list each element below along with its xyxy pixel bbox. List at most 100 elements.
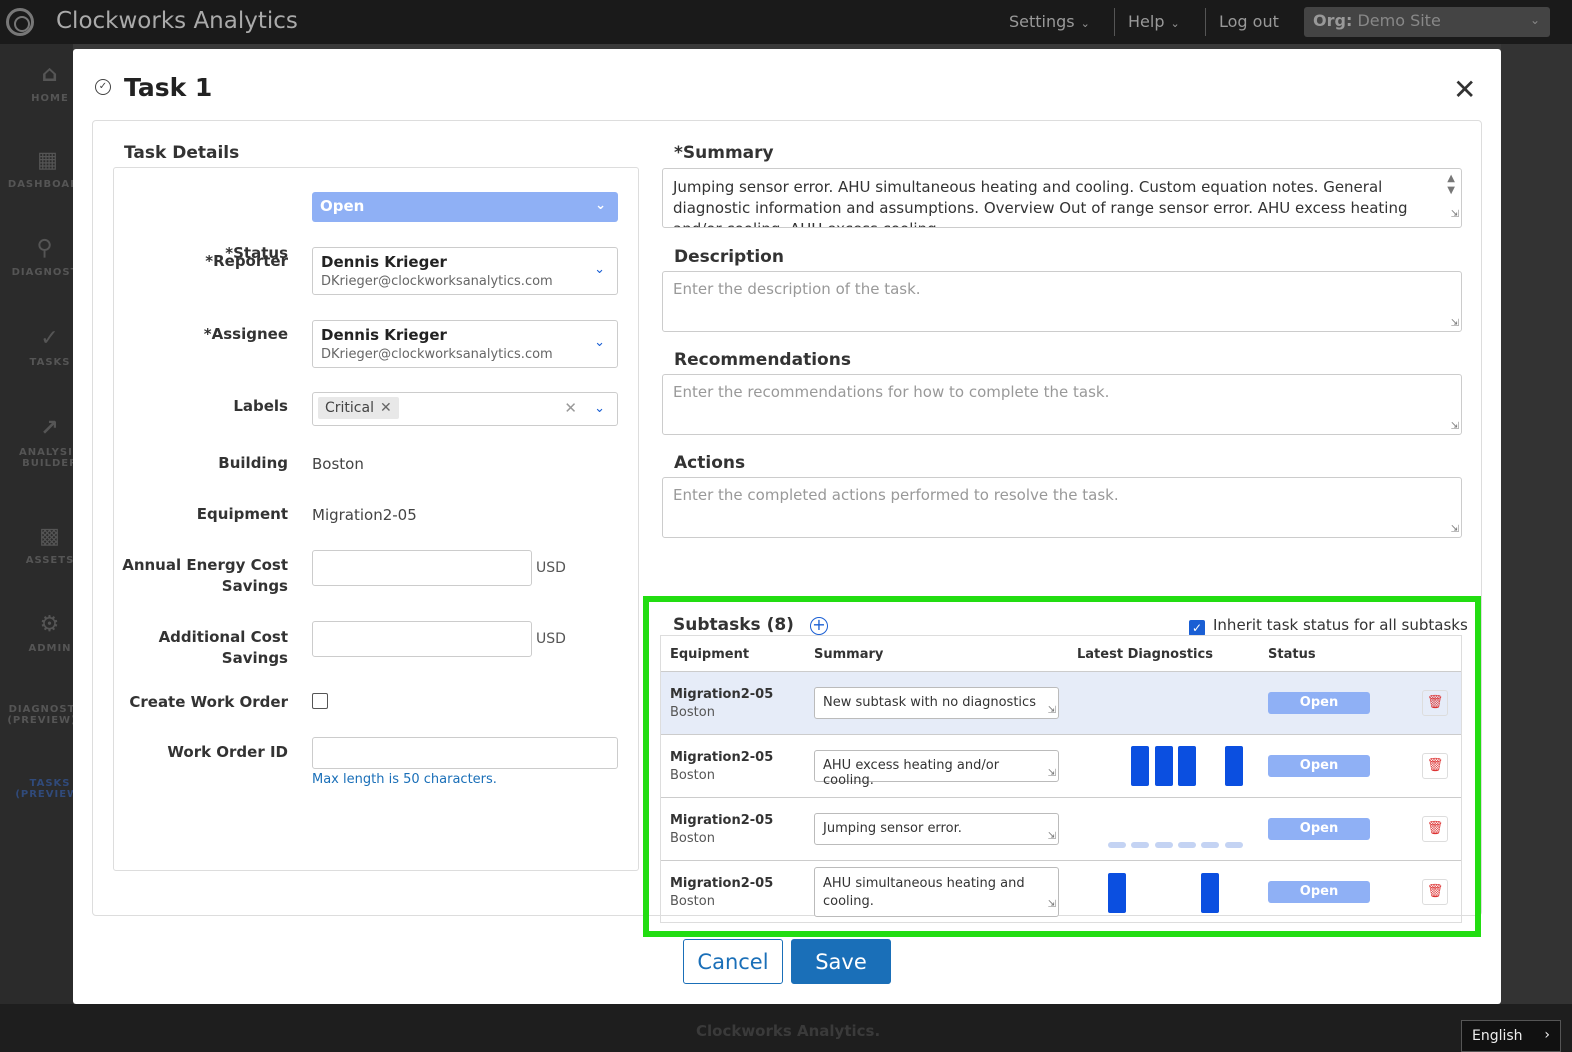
- work-order-id-input[interactable]: [312, 737, 618, 769]
- language-select[interactable]: English ›: [1461, 1020, 1561, 1052]
- resize-grip-icon[interactable]: ⇲: [1048, 768, 1056, 779]
- trash-icon[interactable]: 🗑: [1422, 753, 1448, 779]
- brand-name[interactable]: Clockworks Analytics: [56, 8, 298, 34]
- row-status-select[interactable]: Open: [1268, 881, 1370, 903]
- resize-grip-icon[interactable]: ⇲: [1048, 831, 1056, 842]
- reporter-name: Dennis Krieger: [321, 253, 447, 271]
- diagnostic-bar[interactable]: [1131, 746, 1149, 786]
- labels-select[interactable]: Critical ✕ ✕ ⌄: [312, 392, 618, 426]
- resize-grip-icon[interactable]: ⇲: [1048, 896, 1056, 914]
- assignee-name: Dennis Krieger: [321, 326, 447, 344]
- recommendations-textarea[interactable]: Enter the recommendations for how to com…: [662, 374, 1462, 435]
- subtasks-title: Subtasks (8): [673, 615, 794, 635]
- row-equipment: Migration2-05: [670, 876, 774, 891]
- resize-grip-icon[interactable]: ⇲: [1048, 705, 1056, 716]
- table-row[interactable]: Migration2-05 Boston AHU simultaneous he…: [661, 860, 1461, 923]
- assignee-select[interactable]: Dennis Krieger DKrieger@clockworksanalyt…: [312, 320, 618, 368]
- chevron-down-icon: ⌄: [594, 262, 605, 277]
- clockworks-logo-icon[interactable]: [6, 8, 34, 36]
- diagnostic-bar[interactable]: [1108, 873, 1126, 913]
- column-header-summary[interactable]: Summary: [814, 647, 883, 662]
- diagnostic-empty-mark: [1201, 842, 1219, 848]
- row-status-select[interactable]: Open: [1268, 818, 1370, 840]
- row-status-select[interactable]: Open: [1268, 755, 1370, 777]
- settings-menu[interactable]: Settings ⌄: [1009, 12, 1090, 31]
- top-bar: Clockworks Analytics Settings ⌄ Help ⌄ Log…: [0, 0, 1572, 44]
- resize-grip-icon[interactable]: ⇲: [1451, 204, 1459, 225]
- diagnostic-empty-mark: [1131, 842, 1149, 848]
- description-label: Description: [674, 247, 784, 267]
- subtasks-table: Equipment Summary Latest Diagnostics Sta…: [660, 635, 1462, 923]
- description-textarea[interactable]: Enter the description of the task. ⇲: [662, 271, 1462, 332]
- status-select[interactable]: Open ⌄: [312, 192, 618, 222]
- diagnostic-bar[interactable]: [1225, 746, 1243, 786]
- work-order-id-label: Work Order ID: [167, 743, 288, 761]
- annual-savings-label: Annual Energy Cost Savings: [122, 556, 288, 595]
- actions-textarea[interactable]: Enter the completed actions performed to…: [662, 477, 1462, 538]
- labels-label: Labels: [233, 397, 288, 415]
- create-work-order-label: Create Work Order: [129, 693, 288, 711]
- nav-divider: [1114, 8, 1115, 36]
- additional-savings-input[interactable]: [312, 621, 532, 657]
- diagnostic-bar[interactable]: [1178, 746, 1196, 786]
- row-building: Boston: [670, 768, 715, 783]
- checkbox-checked-icon[interactable]: ✓: [1189, 620, 1205, 636]
- reporter-email: DKrieger@clockworksanalytics.com: [321, 274, 553, 289]
- row-equipment: Migration2-05: [670, 750, 774, 765]
- save-button[interactable]: Save: [791, 939, 891, 984]
- resize-grip-icon[interactable]: ⇲: [1451, 524, 1459, 535]
- diagnostic-bar[interactable]: [1155, 746, 1173, 786]
- equipment-value: Migration2-05: [312, 506, 417, 524]
- table-row[interactable]: Migration2-05 Boston New subtask with no…: [661, 671, 1461, 734]
- table-row[interactable]: Migration2-05 Boston AHU excess heating …: [661, 734, 1461, 797]
- additional-savings-label: Additional Cost Savings: [158, 628, 288, 667]
- table-row[interactable]: Migration2-05 Boston Jumping sensor erro…: [661, 797, 1461, 860]
- background-panel: [1501, 44, 1572, 1004]
- column-header-equipment[interactable]: Equipment: [670, 647, 749, 662]
- trash-icon[interactable]: 🗑: [1422, 816, 1448, 842]
- recommendations-label: Recommendations: [674, 350, 851, 370]
- column-header-status[interactable]: Status: [1268, 647, 1316, 662]
- row-building: Boston: [670, 705, 715, 720]
- help-menu[interactable]: Help ⌄: [1128, 12, 1180, 31]
- cancel-button[interactable]: Cancel: [683, 939, 783, 984]
- subtasks-panel: Subtasks (8) + ✓ Inherit task status for …: [643, 596, 1481, 937]
- nav-diagnostics-preview[interactable]: DIAGNOST (PREVIEW): [0, 704, 84, 726]
- add-subtask-icon[interactable]: +: [810, 617, 828, 635]
- row-status-select[interactable]: Open: [1268, 692, 1370, 714]
- inherit-status-toggle[interactable]: ✓ Inherit task status for all subtasks: [1189, 616, 1468, 636]
- modal-title: Task 1: [124, 73, 213, 102]
- task-details-heading: Task Details: [124, 143, 240, 163]
- equipment-label: Equipment: [196, 505, 288, 523]
- row-building: Boston: [670, 894, 715, 909]
- reporter-label: *Reporter: [205, 252, 288, 270]
- chevron-down-icon: ⌄: [594, 401, 605, 416]
- remove-chip-icon[interactable]: ✕: [380, 400, 392, 416]
- create-work-order-checkbox[interactable]: [312, 693, 328, 709]
- scroll-arrows-icon[interactable]: ▲ ▼: [1447, 173, 1455, 197]
- left-nav: ⌂ HOME ▦ DASHBOARD ⚲ DIAGNOST ✓ TASKS ↗ ANALY…: [0, 44, 87, 1004]
- reporter-select[interactable]: Dennis Krieger DKrieger@clockworksanalyt…: [312, 247, 618, 295]
- chevron-down-icon: ⌄: [1080, 17, 1090, 30]
- trash-icon[interactable]: 🗑: [1422, 879, 1448, 905]
- row-summary-input[interactable]: New subtask with no diagnostics ⇲: [814, 687, 1059, 719]
- annual-savings-input[interactable]: [312, 550, 532, 586]
- logout-link[interactable]: Log out: [1219, 12, 1279, 31]
- close-icon[interactable]: ✕: [1453, 73, 1476, 106]
- diagnostic-empty-mark: [1178, 842, 1196, 848]
- clear-icon[interactable]: ✕: [564, 399, 577, 417]
- assignee-email: DKrieger@clockworksanalytics.com: [321, 347, 553, 362]
- annual-savings-unit: USD: [536, 560, 566, 576]
- row-summary-input[interactable]: AHU excess heating and/or cooling. ⇲: [814, 750, 1059, 788]
- trash-icon[interactable]: 🗑: [1422, 690, 1448, 716]
- resize-grip-icon[interactable]: ⇲: [1451, 421, 1459, 432]
- org-select[interactable]: Org: Demo Site ⌄: [1304, 7, 1550, 37]
- resize-grip-icon[interactable]: ⇲: [1451, 318, 1459, 329]
- diagnostic-bar[interactable]: [1201, 873, 1219, 913]
- chevron-right-icon: ›: [1544, 1027, 1550, 1043]
- summary-textarea[interactable]: Jumping sensor error. AHU simultaneous h…: [662, 168, 1462, 228]
- row-summary-input[interactable]: Jumping sensor error. ⇲: [814, 813, 1059, 845]
- row-summary-input[interactable]: AHU simultaneous heating and cooling. ⇲: [814, 867, 1059, 917]
- column-header-latest-diagnostics[interactable]: Latest Diagnostics: [1077, 647, 1213, 662]
- modal-body: Task Details *Status Open ⌄ *Reporter De…: [92, 120, 1482, 937]
